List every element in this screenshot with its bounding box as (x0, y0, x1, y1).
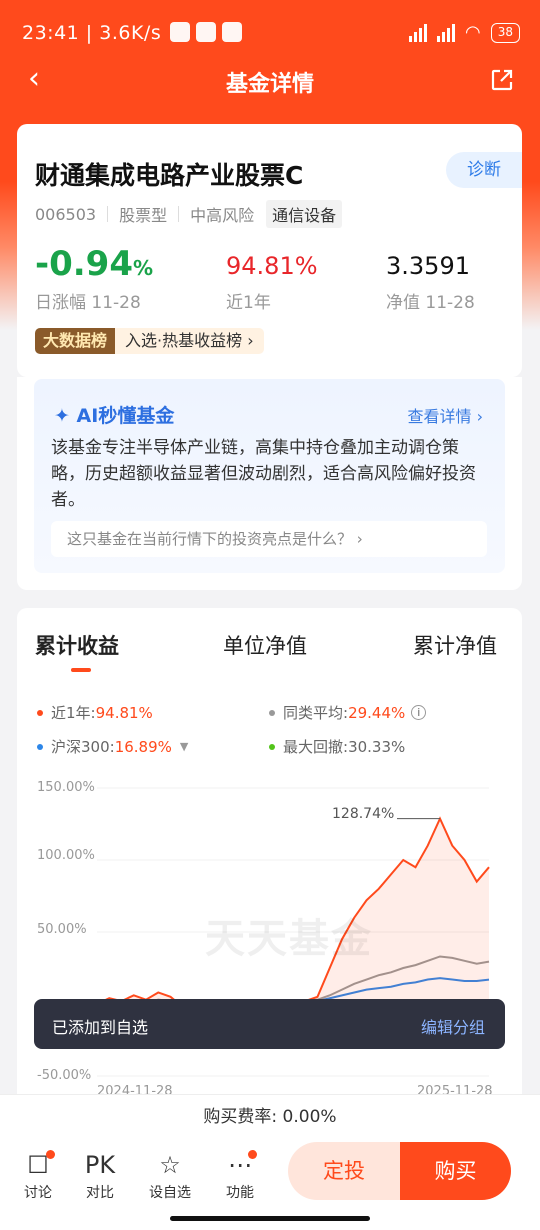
fixed-invest-button[interactable]: 定投 (288, 1142, 400, 1200)
page-title: 基金详情 (225, 72, 314, 97)
star-icon: ☆ (159, 1151, 181, 1179)
fund-code: 006503 (35, 204, 97, 224)
status-notification-icons (170, 22, 242, 42)
year-return-label: 近1年 (226, 293, 271, 313)
status-right: ◠ 38 (409, 22, 520, 43)
fund-tags: 006503 股票型 中高风险 通信设备 (35, 200, 343, 228)
pk-icon: PK (84, 1151, 116, 1179)
day-change-label: 日涨幅 11-28 (35, 293, 141, 313)
mail-icon (170, 22, 190, 42)
ai-summary: 该基金专注半导体产业链，高集中持仓叠加主动调仓策略，历史超额收益显著但波动剧烈，… (51, 438, 476, 510)
fund-risk: 中高风险 (190, 206, 255, 225)
peak-label: 128.74% (332, 806, 395, 822)
compare-button[interactable]: PK 对比 (70, 1148, 130, 1202)
status-time: 23:41 | 3.6K/s (22, 22, 162, 44)
ranking-badge[interactable]: 大数据榜 入选·热基收益榜 › (35, 328, 264, 354)
purchase-fee: 购买费率: 0.00% (0, 1094, 540, 1138)
nav-metric: 3.3591 净值 11-28 (386, 252, 475, 313)
diagnose-button[interactable]: 诊断 (446, 152, 522, 188)
ai-title: ✦ AI秒懂基金 (54, 405, 175, 427)
fund-summary-card: 财通集成电路产业股票C 诊断 006503 股票型 中高风险 通信设备 -0.9… (17, 124, 522, 377)
nav-bar: ‹ 基金详情 (0, 52, 540, 108)
day-change-value: -0.94 (35, 244, 133, 284)
app-icon (196, 22, 216, 42)
discuss-button[interactable]: ☐ 讨论 (8, 1148, 68, 1202)
edit-group-link[interactable]: 编辑分组 (421, 1014, 485, 1038)
ai-more-link[interactable]: 查看详情 › (408, 403, 484, 427)
more-icon: ⋯ (210, 1148, 270, 1182)
buy-button[interactable]: 购买 (400, 1142, 511, 1200)
toast: 已添加到自选 编辑分组 (34, 999, 505, 1049)
signal-icon (409, 23, 427, 42)
chevron-right-icon: › (247, 331, 254, 350)
add-favorite-button[interactable]: ☆ 设自选 (140, 1148, 200, 1202)
year-return-value: 94.81% (226, 252, 318, 280)
nav-label: 净值 11-28 (386, 293, 475, 313)
chat-icon: ☐ (8, 1148, 68, 1182)
fund-name: 财通集成电路产业股票C (35, 161, 304, 190)
watermark: 天天基金 (205, 916, 373, 962)
fund-type: 股票型 (119, 206, 168, 225)
ai-box: ✦ AI秒懂基金 查看详情 › 该基金专注半导体产业链，高集中持仓叠加主动调仓策… (34, 379, 505, 573)
nav-value: 3.3591 (386, 252, 470, 280)
day-change-metric: -0.94% 日涨幅 11-28 (35, 244, 154, 313)
fund-sector-tag[interactable]: 通信设备 (266, 200, 343, 228)
toast-message: 已添加到自选 (52, 1018, 149, 1037)
functions-button[interactable]: ⋯ 功能 (210, 1148, 270, 1202)
signal-icon (437, 23, 455, 42)
home-indicator (170, 1216, 370, 1221)
share-icon[interactable] (490, 68, 514, 92)
ai-card: ✦ AI秒懂基金 查看详情 › 该基金专注半导体产业链，高集中持仓叠加主动调仓策… (17, 377, 522, 590)
chevron-right-icon: › (356, 530, 363, 548)
sparkle-icon: ✦ (54, 405, 70, 427)
ai-question[interactable]: 这只基金在当前行情下的投资亮点是什么？ › (51, 521, 487, 557)
year-return-metric: 94.81% 近1年 (226, 252, 318, 313)
cube-icon (222, 22, 242, 42)
battery-icon: 38 (490, 22, 520, 43)
big-data-rank-label: 大数据榜 (35, 328, 116, 354)
hot-fund-rank-label: 入选·热基收益榜 › (115, 328, 264, 354)
wifi-icon: ◠ (465, 22, 481, 43)
